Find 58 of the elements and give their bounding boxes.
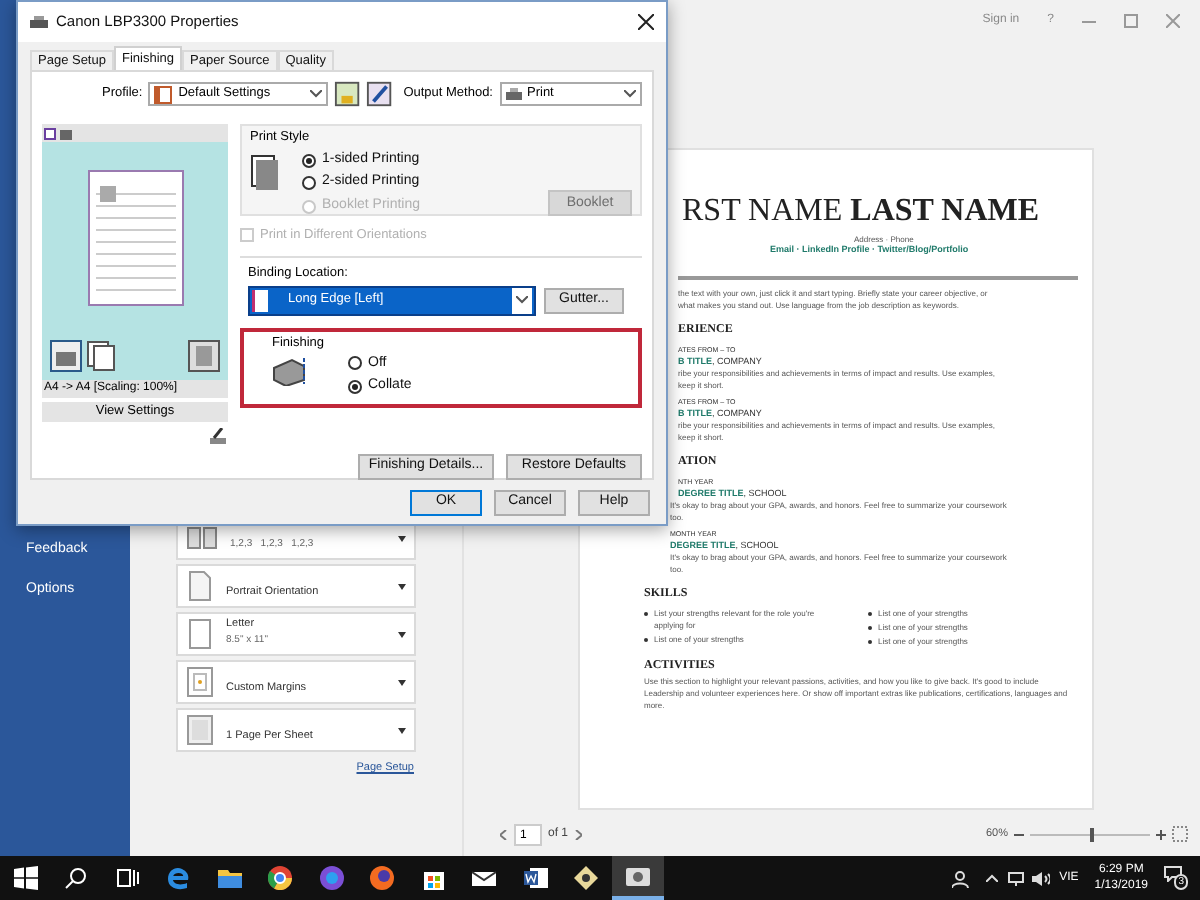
- chevron-up-icon[interactable]: [985, 874, 998, 882]
- volume-icon[interactable]: [1031, 871, 1050, 885]
- caret-icon: [398, 727, 406, 733]
- orb-icon[interactable]: [319, 866, 344, 890]
- fit-page-icon[interactable]: [1172, 826, 1188, 842]
- radio-button[interactable]: [348, 356, 362, 371]
- radio-button[interactable]: [302, 153, 316, 167]
- page-view-icon[interactable]: [44, 127, 56, 139]
- notification-icon: [1164, 866, 1182, 882]
- add-profile-icon[interactable]: [333, 80, 360, 108]
- round-logo-icon[interactable]: [268, 866, 293, 890]
- margins-icon: [186, 666, 214, 698]
- printer-stack-icon[interactable]: [50, 340, 82, 372]
- edit-profile-icon[interactable]: [365, 80, 392, 108]
- start-icon[interactable]: [13, 866, 38, 890]
- caret-icon: [398, 583, 406, 589]
- resume-name: RST NAME LAST NAME: [680, 192, 1040, 232]
- printer-icon: [30, 15, 48, 29]
- page-edge-icon: [252, 289, 268, 312]
- pages-icon[interactable]: [86, 340, 118, 372]
- previous-page-icon[interactable]: [500, 829, 508, 839]
- task-view-icon[interactable]: [115, 866, 140, 890]
- shopping-bag-icon[interactable]: [421, 866, 446, 890]
- radio-button[interactable]: [302, 176, 316, 190]
- caret-icon: [398, 631, 406, 637]
- camera-icon[interactable]: [625, 864, 650, 888]
- chevron-icon: [309, 90, 321, 98]
- page-preview-drawing: [87, 169, 183, 305]
- page-thumbnail-icon[interactable]: [188, 340, 220, 372]
- people-icon[interactable]: [951, 869, 970, 887]
- radio-button[interactable]: [348, 379, 362, 394]
- printer-view-icon[interactable]: [60, 127, 72, 139]
- stapled-stack-icon: [272, 353, 308, 385]
- caret-icon: [398, 535, 406, 541]
- portrait-page-icon: [186, 570, 214, 602]
- envelope-icon[interactable]: [472, 866, 497, 890]
- printer-icon: [505, 87, 521, 101]
- caret-icon: [398, 679, 406, 685]
- blank-page-icon: [186, 618, 214, 650]
- network-icon[interactable]: [1007, 871, 1024, 885]
- stacked-pages-icon: [186, 526, 218, 550]
- close-icon[interactable]: [638, 14, 654, 30]
- chevron-icon: [623, 90, 636, 98]
- tools-icon[interactable]: [208, 428, 228, 446]
- chevron-icon: [516, 296, 528, 305]
- fox-globe-icon[interactable]: [370, 866, 395, 890]
- search-icon[interactable]: [64, 866, 89, 890]
- next-page-icon[interactable]: [574, 829, 583, 839]
- document-app-icon[interactable]: [523, 866, 548, 890]
- document-icon: [250, 153, 278, 190]
- browser-icon[interactable]: [166, 866, 191, 890]
- zoom-out-icon[interactable]: [1014, 829, 1024, 839]
- folder-icon[interactable]: [217, 866, 242, 890]
- taskbar-slot[interactable]: [612, 856, 663, 900]
- single-page-icon: [186, 714, 214, 746]
- profile-icon: [154, 85, 173, 103]
- diamond-eye-icon[interactable]: [574, 866, 599, 890]
- zoom-in-icon[interactable]: [1156, 829, 1166, 839]
